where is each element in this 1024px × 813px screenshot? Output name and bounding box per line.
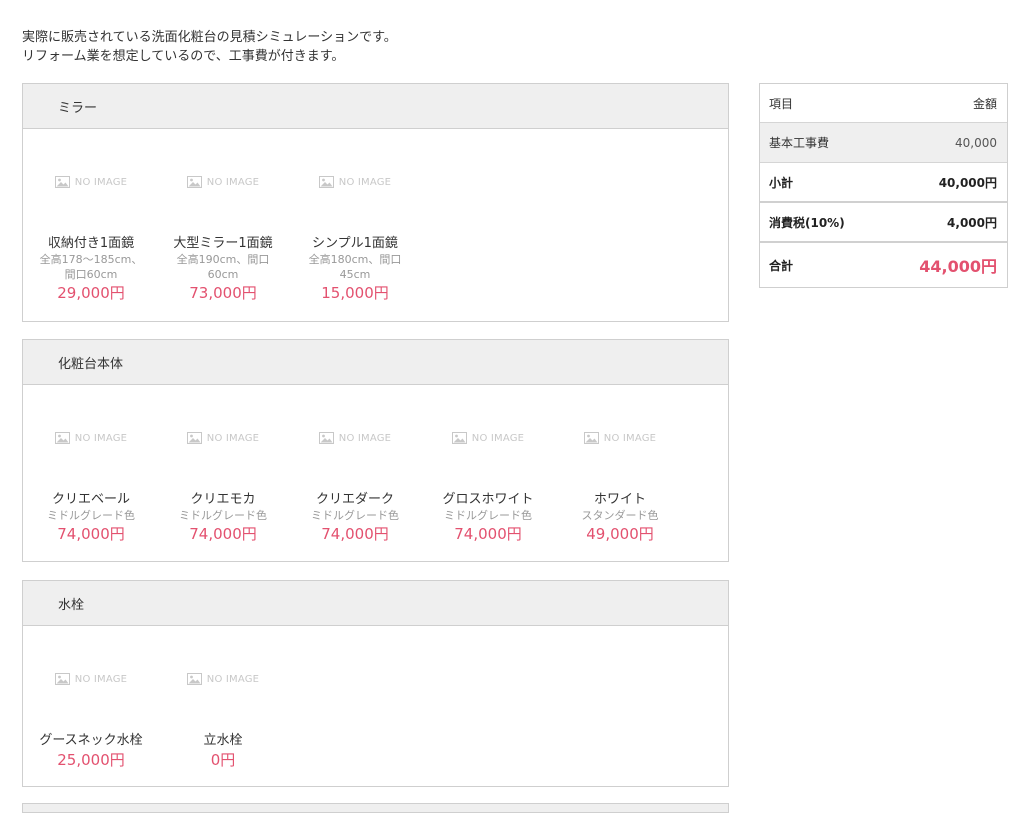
next-section-header [22,803,729,813]
product-option[interactable]: NO IMAGE クリエダーク ミドルグレード色 74,000円 [289,429,421,545]
section-faucet: 水栓 NO IMAGE グースネック水栓 25,000円 NO IMAGE 立水… [22,580,729,787]
product-price: 74,000円 [321,525,389,543]
no-image-placeholder: NO IMAGE [289,173,421,191]
section-vanity-body: 化粧台本体 NO IMAGE クリエベール ミドルグレード色 74,000円 N… [22,339,729,562]
no-image-label: NO IMAGE [471,432,525,444]
section-title: 化粧台本体 [23,340,728,385]
product-price: 29,000円 [57,284,125,302]
product-price: 74,000円 [189,525,257,543]
intro-line-1: 実際に販売されている洗面化粧台の見積シミュレーションです。 [22,30,397,45]
product-option[interactable]: NO IMAGE シンプル1面鏡 全高180cm、間口45cm 15,000円 [289,173,421,304]
product-option[interactable]: NO IMAGE グースネック水栓 25,000円 [25,670,157,771]
product-name: 立水栓 [203,733,243,748]
no-image-label: NO IMAGE [206,176,260,188]
product-name: シンプル1面鏡 [312,236,398,251]
no-image-placeholder: NO IMAGE [422,429,554,447]
total-label: 合計 [769,258,794,273]
product-price: 73,000円 [189,284,257,302]
base-fee-label: 基本工事費 [769,136,830,150]
product-name: クリエベール [51,492,130,507]
intro-line-2: リフォーム業を想定しているので、工事費が付きます。 [22,49,345,64]
tax-label: 消費税(10%) [769,215,845,230]
image-placeholder-icon [583,432,599,444]
product-description: 全高178～185cm、間口60cm [39,253,143,281]
section-title: ミラー [23,84,728,129]
product-option[interactable]: NO IMAGE ホワイト スタンダード色 49,000円 [554,429,686,545]
no-image-label: NO IMAGE [206,432,260,444]
no-image-placeholder: NO IMAGE [25,429,157,447]
product-price: 0円 [210,751,236,769]
product-option[interactable]: NO IMAGE クリエモカ ミドルグレード色 74,000円 [157,429,289,545]
subtotal-label: 小計 [769,175,794,190]
image-placeholder-icon [54,673,70,685]
tax-value: 4,000円 [947,215,997,230]
product-option[interactable]: NO IMAGE 収納付き1面鏡 全高178～185cm、間口60cm 29,0… [25,173,157,304]
image-placeholder-icon [54,176,70,188]
product-description: ミドルグレード色 [179,509,267,522]
product-name: 収納付き1面鏡 [47,236,135,251]
section-title: 水栓 [23,581,728,626]
estimate-summary: 項目 金額 基本工事費 40,000 小計 40,000円 消費税(10%) 4… [759,83,1008,288]
no-image-label: NO IMAGE [338,176,392,188]
no-image-label: NO IMAGE [74,673,128,685]
no-image-placeholder: NO IMAGE [157,173,289,191]
summary-total-row: 合計 44,000円 [760,243,1007,287]
image-placeholder-icon [318,176,334,188]
product-price: 74,000円 [57,525,125,543]
no-image-label: NO IMAGE [603,432,657,444]
image-placeholder-icon [318,432,334,444]
product-price: 74,000円 [454,525,522,543]
product-name: ホワイト [593,492,646,507]
product-description: 全高190cm、間口60cm [176,253,270,281]
section-mirror: ミラー NO IMAGE 収納付き1面鏡 全高178～185cm、間口60cm … [22,83,729,322]
product-price: 49,000円 [586,525,654,543]
product-name: クリエダーク [315,492,394,507]
no-image-placeholder: NO IMAGE [157,429,289,447]
product-price: 15,000円 [321,284,389,302]
summary-header-item: 項目 [769,96,794,111]
product-option[interactable]: NO IMAGE クリエベール ミドルグレード色 74,000円 [25,429,157,545]
product-description: 全高180cm、間口45cm [308,253,402,281]
product-name: クリエモカ [190,492,256,507]
no-image-label: NO IMAGE [74,432,128,444]
no-image-placeholder: NO IMAGE [554,429,686,447]
summary-header-amount: 金額 [972,96,997,111]
no-image-placeholder: NO IMAGE [25,670,157,688]
summary-base-row: 基本工事費 40,000 [760,123,1007,163]
product-description: スタンダード色 [581,509,659,522]
summary-subtotal-row: 小計 40,000円 [760,163,1007,203]
product-description: ミドルグレード色 [444,509,532,522]
product-name: グロスホワイト [442,492,534,507]
image-placeholder-icon [451,432,467,444]
no-image-label: NO IMAGE [206,673,260,685]
product-description: ミドルグレード色 [311,509,399,522]
product-option[interactable]: NO IMAGE 大型ミラー1面鏡 全高190cm、間口60cm 73,000円 [157,173,289,304]
image-placeholder-icon [186,673,202,685]
product-option[interactable]: NO IMAGE 立水栓 0円 [157,670,289,771]
total-value: 44,000円 [919,257,997,276]
intro-text: 実際に販売されている洗面化粧台の見積シミュレーションです。 リフォーム業を想定し… [22,28,397,66]
no-image-label: NO IMAGE [74,176,128,188]
no-image-placeholder: NO IMAGE [157,670,289,688]
summary-tax-row: 消費税(10%) 4,000円 [760,203,1007,243]
base-fee-value: 40,000 [955,135,997,150]
product-name: 大型ミラー1面鏡 [173,236,273,251]
summary-header-row: 項目 金額 [760,84,1007,123]
no-image-label: NO IMAGE [338,432,392,444]
image-placeholder-icon [186,432,202,444]
subtotal-value: 40,000円 [938,175,997,190]
product-name: グースネック水栓 [39,733,143,748]
image-placeholder-icon [186,176,202,188]
product-price: 25,000円 [57,751,125,769]
no-image-placeholder: NO IMAGE [25,173,157,191]
product-option[interactable]: NO IMAGE グロスホワイト ミドルグレード色 74,000円 [422,429,554,545]
image-placeholder-icon [54,432,70,444]
no-image-placeholder: NO IMAGE [289,429,421,447]
product-description: ミドルグレード色 [47,509,135,522]
